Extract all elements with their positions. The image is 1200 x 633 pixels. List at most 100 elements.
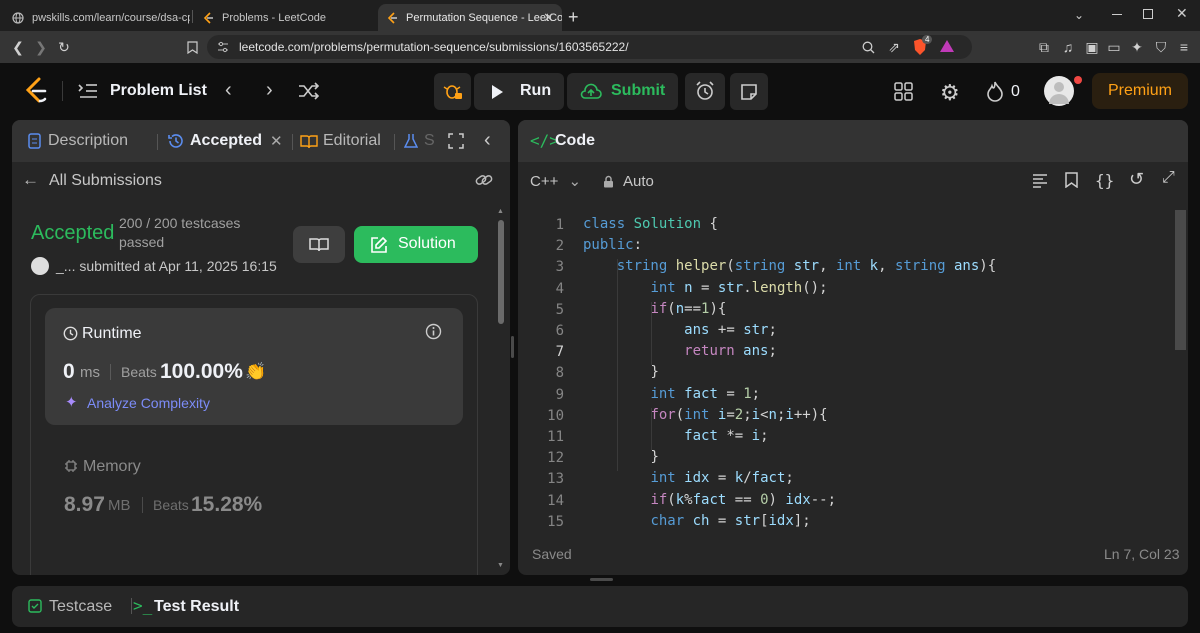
tab-editorial[interactable]: Editorial	[300, 132, 381, 150]
runtime-card[interactable]: Runtime 0 ms Beats 100.00% 👏 ✦ Analyze C…	[45, 308, 463, 425]
code-line[interactable]: ans += str;	[583, 320, 777, 341]
bookmark-icon[interactable]	[182, 37, 202, 57]
share-icon[interactable]: ⇗	[884, 37, 904, 57]
media-icon[interactable]: ♫	[1058, 37, 1078, 57]
collapse-panel-icon[interactable]: ‹	[484, 129, 491, 152]
code-line[interactable]: }	[583, 362, 658, 383]
zoom-icon[interactable]	[858, 37, 878, 57]
leo-ai-icon[interactable]: ✦	[1127, 37, 1147, 57]
leetcode-logo-icon[interactable]	[24, 77, 48, 110]
prev-problem-icon[interactable]: ‹	[225, 79, 232, 102]
solution-button[interactable]: Solution	[354, 226, 478, 263]
code-line[interactable]: int fact = 1;	[583, 384, 760, 405]
maximize-icon[interactable]	[448, 133, 464, 154]
all-submissions-link[interactable]: All Submissions	[49, 172, 162, 190]
code-line[interactable]: }	[583, 447, 658, 468]
forward-icon[interactable]: ❯	[31, 37, 51, 57]
chevron-down-icon: ⌄	[568, 173, 582, 190]
divider	[62, 81, 63, 101]
code-line[interactable]: int idx = k/fact;	[583, 468, 793, 489]
debug-button[interactable]	[434, 73, 471, 110]
submit-button[interactable]: Submit	[567, 73, 678, 110]
line-number: 8	[555, 365, 564, 382]
back-icon[interactable]: ❮	[8, 37, 28, 57]
run-button[interactable]: Run	[474, 73, 564, 110]
premium-button[interactable]: Premium	[1092, 73, 1188, 109]
restore-icon[interactable]	[1143, 9, 1153, 19]
browser-tab-permutation[interactable]: Permutation Sequence - LeetCo ✕	[378, 4, 562, 31]
vertical-resize-handle[interactable]	[511, 336, 514, 358]
sidebar-icon[interactable]: ▣	[1082, 37, 1102, 57]
code-line[interactable]: if(k%fact == 0) idx--;	[583, 490, 836, 511]
minimize-icon[interactable]	[1112, 14, 1122, 15]
tab-description[interactable]: Description	[28, 132, 128, 150]
code-line[interactable]: return ans;	[583, 341, 777, 362]
tab-solutions[interactable]: S	[404, 132, 435, 150]
menu-icon[interactable]: ≡	[1174, 37, 1194, 57]
new-tab-button[interactable]: +	[568, 7, 579, 28]
horizontal-resize-handle[interactable]	[590, 578, 613, 581]
extensions-icon[interactable]: ⧉	[1034, 37, 1054, 57]
history-icon	[168, 134, 183, 148]
site-info-icon[interactable]	[217, 41, 229, 53]
code-line[interactable]: string helper(string str, int k, string …	[583, 256, 996, 277]
code-line[interactable]: fact *= i;	[583, 426, 768, 447]
line-number: 6	[555, 323, 564, 339]
console-bar: Testcase >_ Test Result	[12, 586, 1188, 627]
browser-tab-pwskills[interactable]: pwskills.com/learn/course/dsa-cpp/	[4, 4, 190, 31]
close-tab-icon[interactable]: ✕	[270, 132, 283, 150]
layout-grid-icon[interactable]	[894, 82, 913, 106]
tab-testcase[interactable]: Testcase	[49, 598, 112, 616]
chevron-down-icon[interactable]: ⌄	[1074, 8, 1084, 22]
code-line[interactable]: if(n==1){	[583, 299, 726, 320]
brave-shield-icon[interactable]: 4	[912, 35, 933, 56]
code-line[interactable]: class Solution {	[583, 214, 718, 235]
editor-scrollbar[interactable]	[1173, 210, 1187, 540]
left-scrollbar[interactable]: ▲ ▼	[497, 208, 505, 573]
reset-icon[interactable]: ↺	[1129, 169, 1144, 190]
code-editor[interactable]: 1 class Solution {2 public: 3 string helper…	[518, 210, 1188, 540]
problem-list-icon[interactable]	[78, 82, 98, 105]
expand-icon[interactable]: ⤢	[1162, 169, 1175, 187]
language-select[interactable]: C++ ⌄	[530, 172, 581, 190]
back-arrow-icon[interactable]: ←	[22, 170, 39, 190]
description-icon	[28, 133, 41, 149]
tab-accepted[interactable]: Accepted ✕	[168, 132, 283, 150]
copy-link-icon[interactable]	[474, 171, 494, 194]
problem-list-link[interactable]: Problem List	[110, 82, 207, 100]
code-line[interactable]: int n = str.length();	[583, 278, 827, 299]
next-problem-icon[interactable]: ›	[266, 79, 273, 102]
settings-gear-icon[interactable]: ⚙	[940, 80, 960, 106]
timer-button[interactable]	[685, 73, 725, 110]
wallet-icon[interactable]: ▭	[1104, 37, 1124, 57]
memory-value: 8.97	[64, 493, 105, 516]
braces-icon[interactable]: {}	[1095, 171, 1114, 190]
format-icon[interactable]	[1032, 173, 1048, 188]
browser-tab-strip: pwskills.com/learn/course/dsa-cpp/ Probl…	[0, 0, 1200, 31]
line-number: 11	[547, 429, 564, 445]
window-close-icon[interactable]: ✕	[1176, 5, 1188, 22]
shuffle-icon[interactable]	[298, 81, 320, 106]
line-number: 12	[547, 450, 564, 467]
avatar[interactable]	[1044, 76, 1074, 106]
tab-test-result[interactable]: Test Result	[154, 598, 239, 616]
close-icon[interactable]: ✕	[543, 10, 554, 26]
left-panel-tabs: Description Accepted ✕ Editorial S ‹	[12, 120, 510, 162]
info-icon[interactable]	[425, 323, 442, 340]
memory-beats: 15.28%	[191, 493, 263, 516]
browser-tab-problems[interactable]: Problems - LeetCode	[194, 4, 374, 31]
line-number: 7	[555, 344, 564, 361]
bookmark-icon[interactable]	[1065, 172, 1078, 188]
vpn-icon[interactable]: ⛉	[1151, 37, 1171, 57]
streak-fire-icon[interactable]	[986, 81, 1004, 107]
line-number: 10	[547, 407, 564, 424]
code-line[interactable]: char ch = str[idx];	[583, 511, 810, 532]
notes-button[interactable]	[730, 73, 768, 110]
brave-rewards-icon[interactable]	[939, 39, 955, 58]
code-line[interactable]: for(int i=2;i<n;i++){	[583, 405, 827, 426]
code-line[interactable]: public:	[583, 235, 642, 256]
play-icon	[492, 85, 503, 99]
reload-icon[interactable]: ↻	[54, 37, 74, 57]
analyze-complexity-link[interactable]: Analyze Complexity	[87, 395, 210, 411]
notes-book-button[interactable]	[293, 226, 345, 263]
